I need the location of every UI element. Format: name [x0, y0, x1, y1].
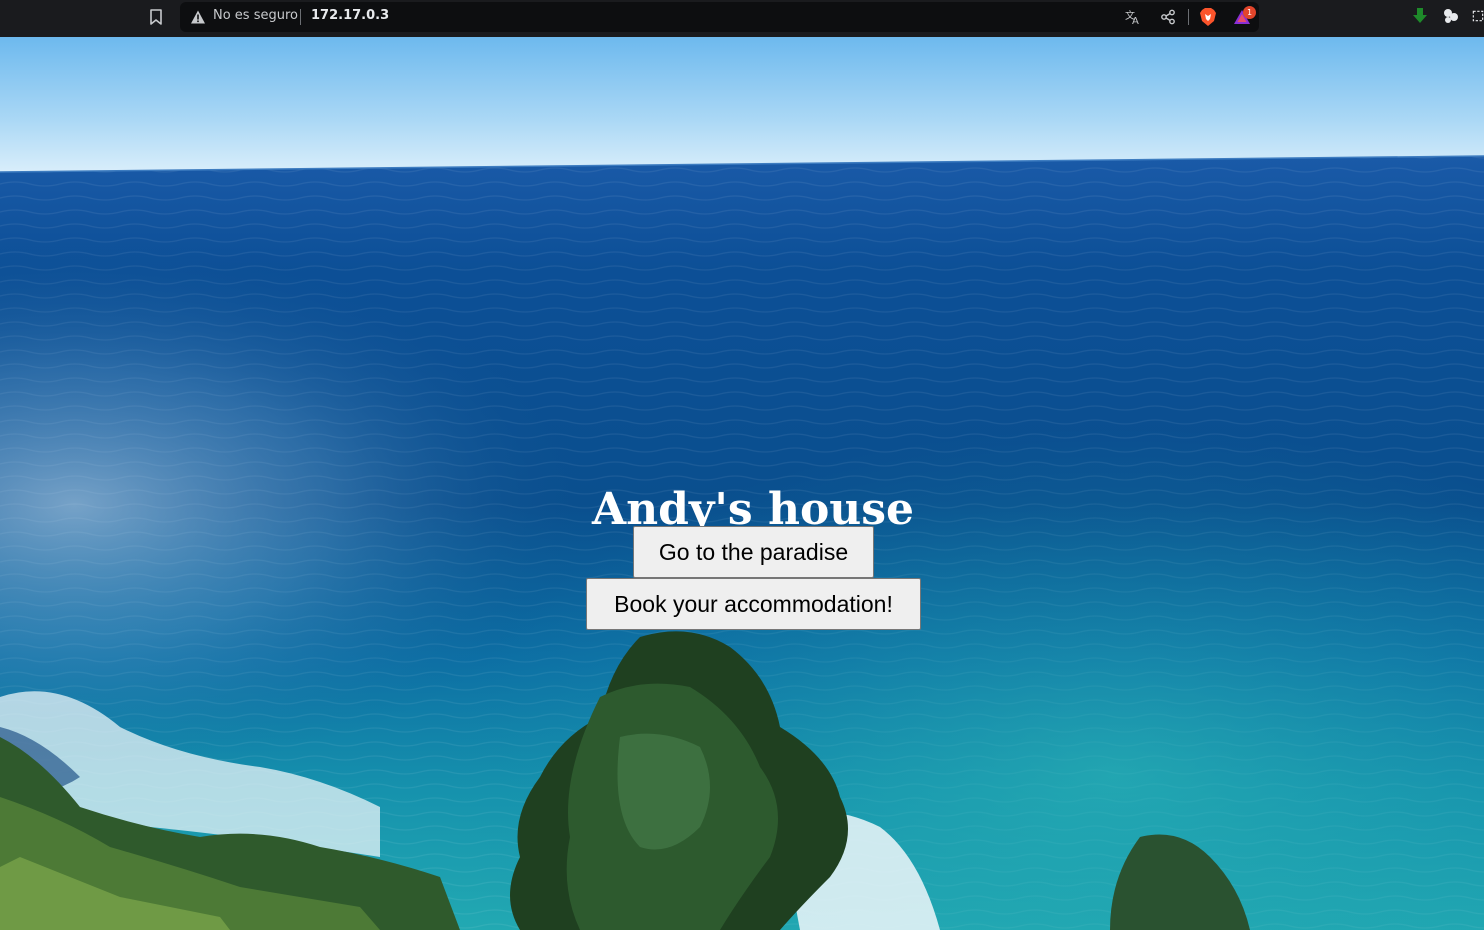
warning-triangle-icon[interactable]: [190, 9, 206, 25]
address-bar[interactable]: No es seguro 172.17.0.3 文 A 1: [180, 2, 1259, 32]
toolbar-divider: [1188, 9, 1189, 25]
url-text[interactable]: 172.17.0.3: [311, 8, 389, 23]
bookmark-icon[interactable]: [146, 7, 166, 27]
url-divider: [300, 9, 301, 25]
browser-window: No es seguro 172.17.0.3 文 A 1 Andy's hou…: [0, 0, 1484, 930]
download-arrow-icon[interactable]: [1410, 6, 1430, 26]
partial-toolbar-icon[interactable]: [1471, 6, 1484, 26]
web-page: Andy's house: [0, 37, 1484, 930]
browser-toolbar: No es seguro 172.17.0.3 文 A 1: [0, 0, 1484, 37]
svg-text:A: A: [1132, 16, 1139, 26]
rewards-badge: 1: [1243, 6, 1256, 19]
go-to-paradise-button[interactable]: Go to the paradise: [633, 526, 874, 578]
brave-shield-icon[interactable]: [1198, 7, 1218, 27]
book-accommodation-button[interactable]: Book your accommodation!: [586, 578, 921, 630]
translate-icon[interactable]: 文 A: [1123, 7, 1143, 27]
extensions-icon[interactable]: [1441, 6, 1461, 26]
share-icon[interactable]: [1158, 7, 1178, 27]
security-status-label[interactable]: No es seguro: [213, 8, 298, 23]
